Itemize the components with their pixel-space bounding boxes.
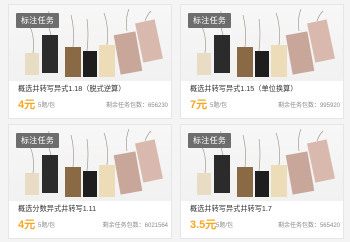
task-card-2[interactable]: 标注任务 概选井转写异式1.15（单位换算） 7元 5题/包 剩余任务包数：99… (180, 4, 344, 119)
task-meta-row: 4元 5题/包 剩余任务包数：656230 (18, 96, 168, 111)
task-meta-row: 7元 5题/包 剩余任务包数：995920 (190, 96, 340, 111)
task-cover-image[interactable]: 标注任务 (181, 5, 343, 81)
task-cover-image[interactable]: 标注任务 (9, 5, 171, 81)
task-cover-image[interactable]: 标注任务 (9, 125, 171, 201)
task-card-3[interactable]: 标注任务 概选分数异式井转写1.11 4元 5题/包 剩余任务包数：602156… (8, 124, 172, 239)
task-price: 4元 (18, 219, 36, 231)
task-grid-page: { "cards": [ { "badge": "标注任务", "title":… (0, 0, 350, 242)
remaining-packages: 剩余任务包数：565420 (277, 223, 340, 229)
task-unit: 5题/包 (216, 223, 234, 229)
task-meta-row: 3.5元 5题/包 剩余任务包数：565420 (190, 216, 340, 231)
task-title[interactable]: 概选井转写异式井转写1.7 (190, 204, 340, 214)
remaining-packages: 剩余任务包数：6021564 (102, 223, 168, 229)
task-unit: 5题/包 (38, 223, 56, 229)
task-title[interactable]: 概选分数异式井转写1.11 (18, 204, 168, 214)
task-card-1[interactable]: 标注任务 概选井转写异式1.18（脱式逆算） 4元 5题/包 剩余任务包数：65… (8, 4, 172, 119)
task-price: 4元 (18, 99, 36, 111)
task-price: 7元 (190, 99, 208, 111)
task-title[interactable]: 概选井转写异式1.15（单位换算） (190, 84, 340, 94)
task-type-badge: 标注任务 (188, 13, 232, 28)
task-type-badge: 标注任务 (188, 133, 232, 148)
task-meta-row: 4元 5题/包 剩余任务包数：6021564 (18, 216, 168, 231)
task-type-badge: 标注任务 (16, 13, 60, 28)
remaining-packages: 剩余任务包数：656230 (105, 103, 168, 109)
task-type-badge: 标注任务 (16, 133, 60, 148)
task-unit: 5题/包 (210, 103, 228, 109)
remaining-packages: 剩余任务包数：995920 (277, 103, 340, 109)
task-unit: 5题/包 (38, 103, 56, 109)
task-title[interactable]: 概选井转写异式1.18（脱式逆算） (18, 84, 168, 94)
task-card-4[interactable]: 标注任务 概选井转写异式井转写1.7 3.5元 5题/包 剩余任务包数：5654… (180, 124, 344, 239)
task-cover-image[interactable]: 标注任务 (181, 125, 343, 201)
task-price: 3.5元 (190, 219, 217, 231)
